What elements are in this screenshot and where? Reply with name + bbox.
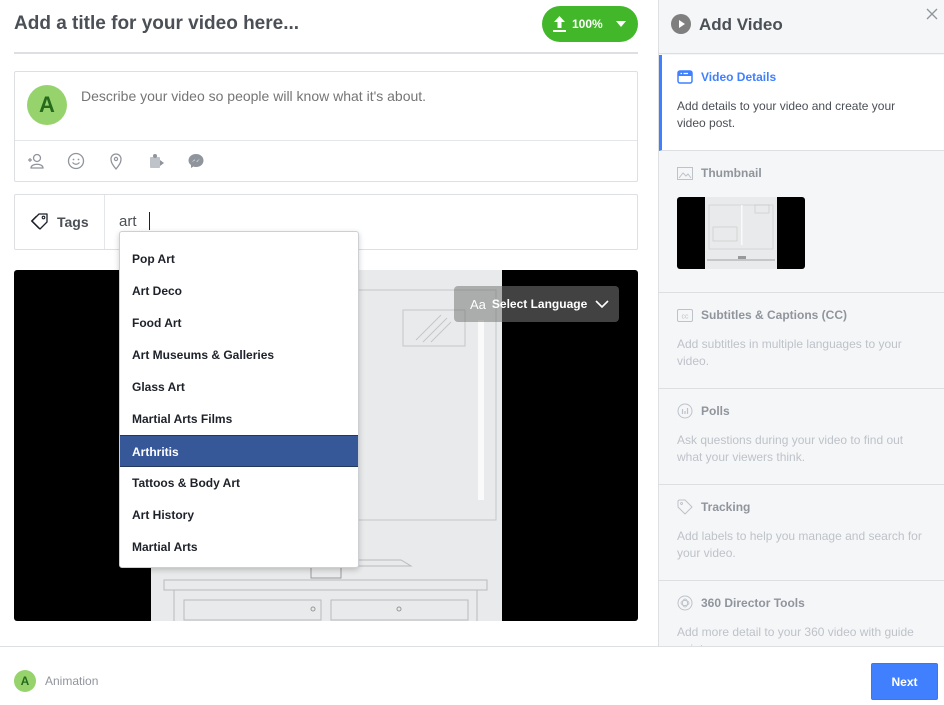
language-icon: Aa bbox=[470, 296, 486, 312]
step-title: 360 Director Tools bbox=[701, 596, 805, 610]
step-tracking[interactable]: Tracking Add labels to help you manage a… bbox=[659, 485, 944, 581]
close-icon[interactable] bbox=[926, 8, 938, 20]
suggestion-item[interactable]: Tattoos & Body Art bbox=[120, 467, 358, 499]
description-composer: A bbox=[14, 71, 638, 182]
thumbnail-image bbox=[705, 197, 777, 269]
step-title: Video Details bbox=[701, 70, 777, 84]
thumbnail-preview[interactable] bbox=[677, 197, 805, 269]
step-description: Add more detail to your 360 video with g… bbox=[677, 625, 914, 646]
suggestion-item[interactable]: Glass Art bbox=[120, 371, 358, 403]
video-title-input[interactable]: Add a title for your video here... bbox=[14, 13, 299, 35]
suggestion-item[interactable]: Pop Art bbox=[120, 243, 358, 275]
step-polls[interactable]: Polls Ask questions during your video to… bbox=[659, 389, 944, 485]
step-thumbnail[interactable]: Thumbnail bbox=[659, 151, 944, 293]
feeling-icon[interactable] bbox=[67, 152, 85, 170]
divider bbox=[15, 140, 637, 141]
step-video-details[interactable]: Video Details Add details to your video … bbox=[659, 55, 944, 151]
step-subtitles[interactable]: cc Subtitles & Captions (CC) Add subtitl… bbox=[659, 293, 944, 389]
image-icon bbox=[677, 166, 693, 180]
step-title: Tracking bbox=[701, 500, 751, 514]
step-title: Polls bbox=[701, 404, 730, 418]
upload-progress-button[interactable]: 100% bbox=[542, 6, 638, 42]
cc-icon: cc bbox=[677, 308, 693, 322]
suggestion-item-highlighted[interactable]: Arthritis bbox=[120, 435, 358, 467]
tags-input[interactable] bbox=[119, 213, 519, 230]
select-language-label: Select Language bbox=[491, 297, 588, 311]
avatar: A bbox=[27, 85, 67, 125]
step-360-director[interactable]: 360 Director Tools Add more detail to yo… bbox=[659, 581, 944, 646]
suggestion-item[interactable]: Art Deco bbox=[120, 275, 358, 307]
tag-people-icon[interactable] bbox=[27, 152, 45, 170]
tags-label: Tags bbox=[15, 195, 105, 249]
caret-down-icon bbox=[616, 21, 626, 27]
suggestion-item[interactable]: Food Art bbox=[120, 307, 358, 339]
step-description: Add labels to help you manage and search… bbox=[677, 529, 922, 560]
composer-toolbar bbox=[27, 152, 205, 170]
chevron-down-icon bbox=[595, 299, 609, 308]
main-pane: Add a title for your video here... 100% … bbox=[0, 0, 658, 646]
tags-label-text: Tags bbox=[57, 214, 89, 230]
description-input[interactable] bbox=[81, 88, 621, 104]
svg-text:cc: cc bbox=[682, 313, 690, 320]
footer: A Animation Next bbox=[0, 646, 944, 705]
page-name[interactable]: Animation bbox=[45, 674, 98, 688]
step-description: Add subtitles in multiple languages to y… bbox=[677, 337, 902, 368]
step-description: Add details to your video and create you… bbox=[677, 99, 896, 130]
next-button[interactable]: Next bbox=[871, 663, 938, 700]
text-cursor bbox=[149, 212, 150, 230]
suggestion-item[interactable]: Art Museums & Galleries bbox=[120, 339, 358, 371]
select-language-button[interactable]: Aa Select Language bbox=[454, 286, 620, 322]
video-details-icon bbox=[677, 70, 693, 84]
play-icon bbox=[671, 14, 691, 34]
step-title: Subtitles & Captions (CC) bbox=[701, 308, 847, 322]
360-icon bbox=[677, 595, 693, 611]
upload-icon bbox=[553, 16, 566, 32]
poll-icon bbox=[677, 403, 693, 419]
page-avatar: A bbox=[14, 670, 36, 692]
sidebar-title: Add Video bbox=[699, 15, 783, 34]
tag-icon bbox=[677, 499, 693, 515]
messenger-icon[interactable] bbox=[187, 152, 205, 170]
suggestion-item[interactable]: Martial Arts Films bbox=[120, 403, 358, 435]
step-description: Ask questions during your video to find … bbox=[677, 433, 904, 464]
sticker-icon[interactable] bbox=[147, 152, 165, 170]
suggestion-item[interactable]: Art History bbox=[120, 499, 358, 531]
location-icon[interactable] bbox=[107, 152, 125, 170]
step-title: Thumbnail bbox=[701, 166, 762, 180]
add-video-sidebar: Add Video Video Details Add details to y… bbox=[658, 0, 944, 646]
suggestion-item[interactable]: Martial Arts bbox=[120, 531, 358, 563]
upload-percent: 100% bbox=[572, 17, 603, 31]
tag-suggestions-dropdown: Pop Art Art Deco Food Art Art Museums & … bbox=[119, 231, 359, 568]
sidebar-header: Add Video bbox=[659, 0, 944, 54]
tag-icon bbox=[31, 213, 48, 230]
title-row: Add a title for your video here... 100% bbox=[14, 0, 638, 54]
